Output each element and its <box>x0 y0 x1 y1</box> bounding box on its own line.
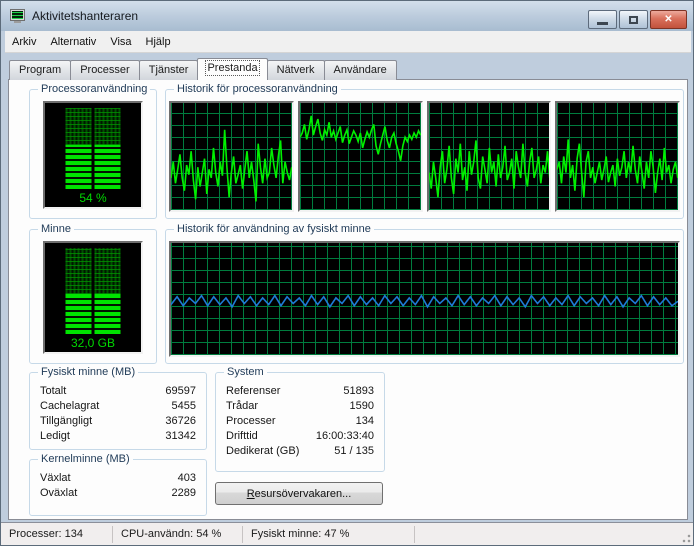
menu-visa[interactable]: Visa <box>103 33 138 51</box>
memory-history-graph <box>169 241 680 357</box>
system-group: System Referenser51893 Trådar1590 Proces… <box>215 372 385 472</box>
cpu-history-graph-core4 <box>555 101 680 212</box>
physical-memory-row: Ledigt31342 <box>40 429 196 444</box>
memory-meter: 32,0 GB <box>43 241 143 354</box>
restore-icon <box>629 16 638 24</box>
system-row: Processer134 <box>226 414 374 429</box>
kernel-memory-group-label: Kernelminne (MB) <box>38 453 133 465</box>
tab-program[interactable]: Program <box>9 60 71 80</box>
system-row: Drifttid16:00:33:40 <box>226 429 374 444</box>
resource-monitor-button[interactable]: Resursövervakaren... <box>215 482 383 505</box>
kernel-memory-row: Oväxlat2289 <box>40 486 196 501</box>
window-title: Aktivitetshanteraren <box>32 9 138 23</box>
cpu-usage-value: 54 % <box>45 191 141 205</box>
titlebar[interactable]: Aktivitetshanteraren ✕ <box>1 1 693 31</box>
system-row: Trådar1590 <box>226 399 374 414</box>
physical-memory-row: Cachelagrat5455 <box>40 399 196 414</box>
physical-memory-group-label: Fysiskt minne (MB) <box>38 366 138 378</box>
system-row: Dedikerat (GB)51 / 135 <box>226 444 374 459</box>
cpu-usage-group-label: Processoranvändning <box>38 83 150 95</box>
cpu-history-graph-core2 <box>298 101 423 212</box>
tab-prestanda[interactable]: Prestanda <box>197 58 267 80</box>
memory-history-group: Historik för användning av fysiskt minne <box>165 229 684 364</box>
close-button[interactable]: ✕ <box>650 10 687 29</box>
cpu-usage-group: Processoranvändning 54 % <box>29 89 157 219</box>
cpu-history-graph-core3 <box>427 101 552 212</box>
cpu-usage-meter: 54 % <box>43 101 143 209</box>
performance-tab-page: Processoranvändning 54 % Historik för pr… <box>8 79 688 520</box>
restore-button[interactable] <box>619 10 648 29</box>
menu-hjalp[interactable]: Hjälp <box>139 33 178 51</box>
minimize-button[interactable] <box>588 10 617 29</box>
status-filler <box>415 526 693 543</box>
system-row: Referenser51893 <box>226 384 374 399</box>
tab-processer[interactable]: Processer <box>70 60 140 80</box>
statusbar: Processer: 134 CPU-användn: 54 % Fysiskt… <box>1 522 693 545</box>
memory-value: 32,0 GB <box>45 336 141 350</box>
tab-strip: Program Processer Tjänster Prestanda Nät… <box>9 58 397 80</box>
cpu-history-graph-core1 <box>169 101 294 212</box>
memory-group-label: Minne <box>38 223 74 235</box>
status-processes: Processer: 134 <box>1 526 113 543</box>
cpu-history-group: Historik för processoranvändning <box>165 89 684 219</box>
physical-memory-row: Totalt69597 <box>40 384 196 399</box>
menubar: Arkiv Alternativ Visa Hjälp <box>5 31 691 53</box>
physical-memory-group: Fysiskt minne (MB) Totalt69597 Cachelagr… <box>29 372 207 450</box>
tab-natverk[interactable]: Nätverk <box>267 60 325 80</box>
minimize-icon <box>597 22 608 25</box>
task-manager-window: Aktivitetshanteraren ✕ Arkiv Alternativ … <box>0 0 694 546</box>
status-cpu-usage: CPU-användn: 54 % <box>113 526 243 543</box>
resize-grip[interactable] <box>679 531 691 543</box>
memory-group: Minne 32,0 GB <box>29 229 157 364</box>
task-manager-icon <box>10 9 26 24</box>
system-group-label: System <box>224 366 267 378</box>
kernel-memory-row: Växlat403 <box>40 471 196 486</box>
status-physical-memory: Fysiskt minne: 47 % <box>243 526 415 543</box>
kernel-memory-group: Kernelminne (MB) Växlat403 Oväxlat2289 <box>29 459 207 516</box>
close-icon: ✕ <box>664 14 672 25</box>
menu-arkiv[interactable]: Arkiv <box>5 33 43 51</box>
physical-memory-row: Tillgängligt36726 <box>40 414 196 429</box>
tab-anvandare[interactable]: Användare <box>324 60 397 80</box>
cpu-history-group-label: Historik för processoranvändning <box>174 83 341 95</box>
menu-alternativ[interactable]: Alternativ <box>43 33 103 51</box>
memory-history-group-label: Historik för användning av fysiskt minne <box>174 223 374 235</box>
tab-tjanster[interactable]: Tjänster <box>139 60 199 80</box>
